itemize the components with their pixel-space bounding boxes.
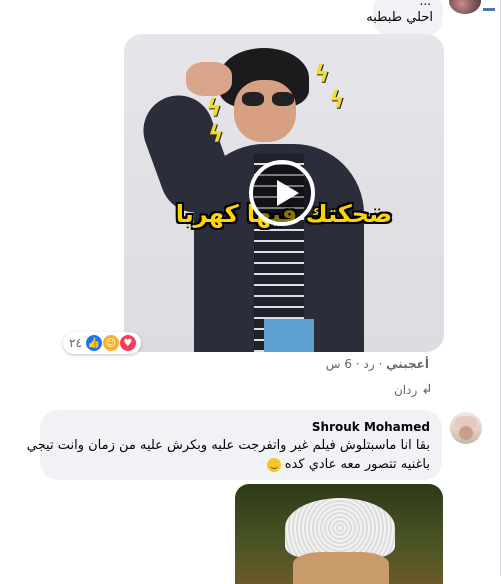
- like-icon: 👍: [84, 334, 103, 352]
- lightning-icon: ϟ: [206, 94, 222, 122]
- comment-text: احلي طبطبه: [366, 10, 433, 25]
- video-figure-shirt: [264, 319, 314, 352]
- video-attachment[interactable]: ϟ ϟ ϟ ϟ ضحكتك فيها كهربا: [124, 34, 444, 352]
- image-cap: [285, 498, 395, 558]
- reaction-count: ٢٤: [69, 336, 82, 350]
- video-figure-sunglasses: [242, 92, 294, 108]
- avatar[interactable]: [449, 0, 481, 14]
- lightning-icon: ϟ: [314, 60, 330, 88]
- smile-emoji-icon: [266, 457, 281, 472]
- comment-fragment: ...: [419, 0, 431, 8]
- comment-bubble-top: ... احلي طبطبه: [366, 0, 443, 35]
- care-icon: ☺: [101, 334, 120, 352]
- video-figure-face: [234, 80, 296, 142]
- video-figure-hand: [186, 62, 232, 96]
- lightning-icon: ϟ: [208, 120, 224, 148]
- comment-text: باغنيه تتصور معه عادي كده: [284, 457, 430, 472]
- like-link[interactable]: أعجبني: [386, 357, 429, 371]
- lightning-icon: ϟ: [329, 86, 345, 114]
- image-attachment[interactable]: [235, 484, 443, 584]
- comment-text-line-2: باغنيه تتصور معه عادي كده: [266, 457, 430, 472]
- separator: ·: [378, 357, 383, 371]
- replies-label: ردان: [393, 383, 418, 397]
- comment-bubble: Shrouk Mohamed بقا انا ماسبتلوش فيلم غير…: [27, 410, 442, 480]
- comment-time[interactable]: 6 س: [326, 357, 352, 371]
- separator: ·: [355, 357, 360, 371]
- comment-author[interactable]: Shrouk Mohamed: [312, 420, 430, 434]
- view-replies[interactable]: ↲ ردان: [394, 382, 433, 398]
- image-face: [293, 552, 389, 584]
- play-icon[interactable]: [249, 160, 315, 226]
- reactions-summary[interactable]: ٢٤ 👍 ☺ ♥: [63, 332, 141, 354]
- comment-actions: أعجبني · رد · 6 س: [326, 357, 429, 371]
- comment-text-line: بقا انا ماسبتلوش فيلم غير واتفرجت عليه و…: [26, 438, 430, 453]
- reply-link[interactable]: رد: [363, 357, 374, 371]
- avatar[interactable]: [450, 412, 482, 444]
- scroll-indicator: [483, 8, 495, 11]
- reply-arrow-icon: ↲: [421, 382, 433, 398]
- love-icon: ♥: [118, 334, 137, 352]
